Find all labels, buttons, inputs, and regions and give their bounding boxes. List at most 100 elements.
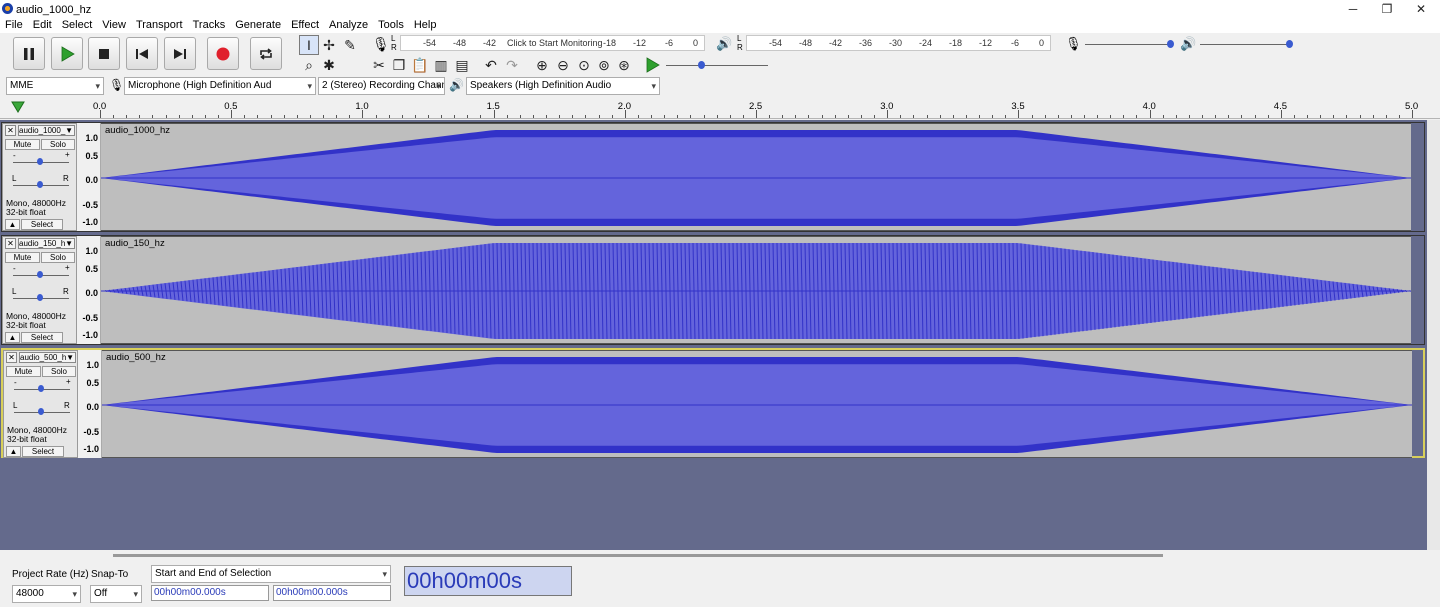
- gain-slider-thumb[interactable]: [38, 385, 44, 392]
- clip-name[interactable]: audio_500_hz: [106, 352, 166, 363]
- waveform[interactable]: [101, 236, 1411, 344]
- loop-button[interactable]: [250, 37, 282, 70]
- playback-meter[interactable]: -54 -48 -42 -36 -30 -24 -18 -12 -6 0: [746, 35, 1051, 51]
- playback-volume-slider[interactable]: [1200, 37, 1295, 51]
- silence-button[interactable]: ▤: [452, 55, 472, 75]
- menu-file[interactable]: File: [0, 18, 28, 33]
- selection-mode-select[interactable]: Start and End of Selection ▾: [151, 565, 391, 583]
- cut-button[interactable]: ✂: [369, 55, 389, 75]
- pause-button[interactable]: [13, 37, 45, 70]
- amplitude-scale[interactable]: 1.0 0.5 0.0 -0.5 -1.0: [77, 123, 101, 231]
- solo-button[interactable]: Solo: [41, 252, 75, 263]
- collapse-track-button[interactable]: ▲: [5, 332, 20, 343]
- mute-button[interactable]: Mute: [5, 252, 40, 263]
- track-control-panel[interactable]: ✕ audio_500_h ▼ Mute Solo - + L R Mono, 4…: [3, 350, 78, 458]
- trim-button[interactable]: ▥: [431, 55, 451, 75]
- selection-tool[interactable]: I: [299, 35, 319, 55]
- vertical-scrollbar[interactable]: [1427, 120, 1440, 550]
- playback-device-select[interactable]: Speakers (High Definition Audio ▾: [466, 77, 660, 95]
- skip-to-end-button[interactable]: [164, 37, 196, 70]
- multi-tool[interactable]: ✱: [319, 55, 339, 75]
- track-control-panel[interactable]: ✕ audio_1000_ ▼ Mute Solo - + L R Mono, 4…: [2, 123, 77, 231]
- fit-project-button[interactable]: ⊚: [594, 55, 614, 75]
- mute-button[interactable]: Mute: [6, 366, 41, 377]
- recording-volume-slider[interactable]: [1085, 37, 1175, 51]
- audio-position-time[interactable]: 00h00m00s: [404, 566, 572, 596]
- recording-channels-select[interactable]: 2 (Stereo) Recording Chann ▾: [318, 77, 445, 95]
- menu-effect[interactable]: Effect: [286, 18, 324, 33]
- stop-button[interactable]: [88, 37, 120, 70]
- gain-slider-thumb[interactable]: [37, 271, 43, 278]
- zoom-out-button[interactable]: ⊖: [553, 55, 573, 75]
- start-monitoring-label[interactable]: Click to Start Monitoring: [507, 38, 603, 48]
- menu-analyze[interactable]: Analyze: [324, 18, 373, 33]
- close-window-button[interactable]: ✕: [1404, 0, 1438, 18]
- select-track-button[interactable]: Select: [21, 219, 63, 230]
- undo-button[interactable]: ↶: [481, 55, 501, 75]
- menu-tools[interactable]: Tools: [373, 18, 409, 33]
- copy-button[interactable]: ❐: [389, 55, 409, 75]
- track-close-button[interactable]: ✕: [5, 238, 16, 249]
- menu-tracks[interactable]: Tracks: [188, 18, 231, 33]
- play-at-speed-button[interactable]: [644, 57, 660, 76]
- track-name-menu[interactable]: audio_150_h ▼: [18, 238, 75, 249]
- mute-button[interactable]: Mute: [5, 139, 40, 150]
- snap-to-select[interactable]: Off ▾: [90, 585, 142, 603]
- record-button[interactable]: [207, 37, 239, 70]
- pan-slider-thumb[interactable]: [37, 294, 43, 301]
- maximize-button[interactable]: ❐: [1370, 0, 1404, 18]
- menu-view[interactable]: View: [97, 18, 131, 33]
- track-control-panel[interactable]: ✕ audio_150_h ▼ Mute Solo - + L R Mono, 4…: [2, 236, 77, 344]
- track-close-button[interactable]: ✕: [6, 352, 17, 363]
- zoom-toggle-button[interactable]: ⊛: [614, 55, 634, 75]
- collapse-track-button[interactable]: ▲: [5, 219, 20, 230]
- select-track-button[interactable]: Select: [22, 446, 64, 457]
- menu-generate[interactable]: Generate: [230, 18, 286, 33]
- redo-button[interactable]: ↷: [502, 55, 522, 75]
- track-area[interactable]: ✕ audio_1000_ ▼ Mute Solo - + L R Mono, 4…: [0, 120, 1440, 550]
- amplitude-scale[interactable]: 1.0 0.5 0.0 -0.5 -1.0: [77, 236, 101, 344]
- timeline-ruler[interactable]: 0.0 0.5 1.0 1.5 2.0 2.5 3.0 3.5 4.0 4.5 5.0: [0, 99, 1440, 119]
- waveform[interactable]: [101, 123, 1411, 231]
- project-rate-select[interactable]: 48000 ▾: [12, 585, 81, 603]
- play-speed-slider[interactable]: [666, 57, 771, 71]
- draw-tool[interactable]: ✎: [340, 35, 360, 55]
- gain-slider-thumb[interactable]: [37, 158, 43, 165]
- audio-host-select[interactable]: MME ▾: [6, 77, 104, 95]
- amplitude-scale[interactable]: 1.0 0.5 0.0 -0.5 -1.0: [78, 350, 102, 458]
- recording-device-select[interactable]: Microphone (High Definition Aud ▾: [124, 77, 316, 95]
- menu-edit[interactable]: Edit: [28, 18, 57, 33]
- zoom-tool[interactable]: ⌕: [299, 55, 319, 75]
- speaker-icon[interactable]: 🔊: [716, 36, 732, 52]
- zoom-in-button[interactable]: ⊕: [532, 55, 552, 75]
- skip-to-start-button[interactable]: [126, 37, 158, 70]
- menu-select[interactable]: Select: [57, 18, 98, 33]
- track[interactable]: ✕ audio_1000_ ▼ Mute Solo - + L R Mono, 4…: [1, 122, 1425, 232]
- menu-help[interactable]: Help: [409, 18, 442, 33]
- track[interactable]: ✕ audio_150_h ▼ Mute Solo - + L R Mono, 4…: [1, 235, 1425, 345]
- track-name-menu[interactable]: audio_500_h ▼: [19, 352, 76, 363]
- solo-button[interactable]: Solo: [41, 139, 75, 150]
- collapse-track-button[interactable]: ▲: [6, 446, 21, 457]
- track-close-button[interactable]: ✕: [5, 125, 16, 136]
- pan-slider-thumb[interactable]: [38, 408, 44, 415]
- envelope-tool[interactable]: ✢: [319, 35, 339, 55]
- clip-name[interactable]: audio_150_hz: [105, 238, 165, 249]
- pan-slider-thumb[interactable]: [37, 181, 43, 188]
- track-name-menu[interactable]: audio_1000_ ▼: [18, 125, 75, 136]
- clip-name[interactable]: audio_1000_hz: [105, 125, 170, 136]
- select-track-button[interactable]: Select: [21, 332, 63, 343]
- track[interactable]: ✕ audio_500_h ▼ Mute Solo - + L R Mono, 4…: [1, 348, 1425, 458]
- play-head-icon[interactable]: [11, 100, 25, 114]
- selection-start-time[interactable]: 00h00m00.000s: [151, 585, 269, 601]
- minimize-button[interactable]: ─: [1336, 0, 1370, 18]
- waveform[interactable]: [102, 350, 1412, 458]
- selection-end-time[interactable]: 00h00m00.000s: [273, 585, 391, 601]
- record-meter[interactable]: -54 -48 -42 Click to Start Monitoring -1…: [400, 35, 705, 51]
- microphone-icon[interactable]: 🎙: [372, 36, 390, 53]
- solo-button[interactable]: Solo: [42, 366, 76, 377]
- play-button[interactable]: [51, 37, 83, 70]
- paste-button[interactable]: 📋: [410, 55, 430, 75]
- fit-selection-button[interactable]: ⊙: [574, 55, 594, 75]
- menu-transport[interactable]: Transport: [131, 18, 188, 33]
